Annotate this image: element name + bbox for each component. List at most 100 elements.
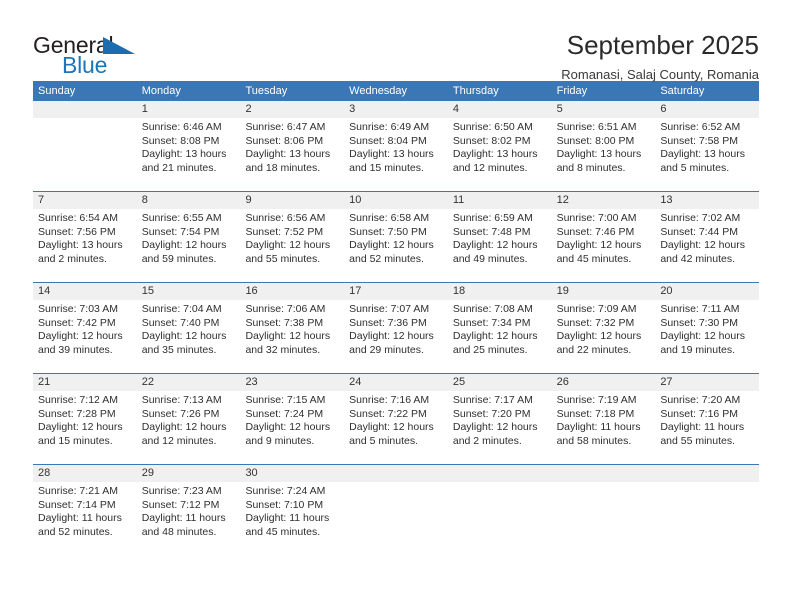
day-detail-line: and 18 minutes. (245, 161, 321, 174)
day-detail-line: Sunrise: 7:03 AM (38, 303, 118, 315)
day-cell-30[interactable]: Sunrise: 7:24 AM Sunset: 7:10 PM Daylight:… (240, 482, 344, 555)
day-cell-10[interactable]: Sunrise: 6:58 AM Sunset: 7:50 PM Daylight:… (344, 209, 448, 282)
day-number-30[interactable]: 30 (240, 465, 344, 482)
day-number-9[interactable]: 9 (240, 192, 344, 209)
day-cell-1[interactable]: Sunrise: 6:46 AM Sunset: 8:08 PM Daylight:… (137, 118, 241, 191)
day-cell-6[interactable]: Sunrise: 6:52 AM Sunset: 7:58 PM Daylight:… (655, 118, 759, 191)
day-cell-22[interactable]: Sunrise: 7:13 AM Sunset: 7:26 PM Daylight:… (137, 391, 241, 464)
day-detail-line: Daylight: 12 hours (38, 330, 123, 343)
day-number-12[interactable]: 12 (552, 192, 656, 209)
day-number-22[interactable]: 22 (137, 374, 241, 391)
day-detail-line: Sunrise: 7:19 AM (556, 394, 637, 406)
day-cell-12[interactable]: Sunrise: 7:00 AM Sunset: 7:46 PM Daylight:… (552, 209, 656, 282)
day-detail-line: and 55 minutes. (245, 252, 321, 265)
day-cell-11[interactable]: Sunrise: 6:59 AM Sunset: 7:48 PM Daylight:… (448, 209, 552, 282)
day-cell-13[interactable]: Sunrise: 7:02 AM Sunset: 7:44 PM Daylight:… (655, 209, 759, 282)
day-detail-line: Sunset: 7:40 PM (141, 316, 220, 329)
week-daynumber-band: 14 15 16 17 18 19 20 (33, 283, 759, 300)
day-number-24[interactable]: 24 (344, 374, 448, 391)
day-number-26[interactable]: 26 (552, 374, 656, 391)
day-number-13[interactable]: 13 (655, 192, 759, 209)
weekday-header-wednesday: Wednesday (349, 85, 408, 97)
day-number-20[interactable]: 20 (655, 283, 759, 300)
day-number-2[interactable]: 2 (240, 101, 344, 118)
day-cell-7[interactable]: Sunrise: 6:54 AM Sunset: 7:56 PM Daylight:… (33, 209, 137, 282)
day-number-1[interactable]: 1 (137, 101, 241, 118)
day-cell-25[interactable]: Sunrise: 7:17 AM Sunset: 7:20 PM Daylight:… (448, 391, 552, 464)
day-detail-line: Sunrise: 7:02 AM (660, 212, 741, 224)
day-detail-line: Daylight: 12 hours (245, 239, 331, 252)
weekday-header-friday: Friday (556, 85, 588, 97)
day-cell-24[interactable]: Sunrise: 7:16 AM Sunset: 7:22 PM Daylight:… (344, 391, 448, 464)
day-cell-15[interactable]: Sunrise: 7:04 AM Sunset: 7:40 PM Daylight:… (137, 300, 241, 373)
day-number-18[interactable]: 18 (448, 283, 552, 300)
day-cell-8[interactable]: Sunrise: 6:55 AM Sunset: 7:54 PM Daylight:… (137, 209, 241, 282)
day-detail-line: Sunset: 7:38 PM (245, 316, 324, 329)
day-number-28[interactable]: 28 (33, 465, 137, 482)
day-cell-4[interactable]: Sunrise: 6:50 AM Sunset: 8:02 PM Daylight:… (448, 118, 552, 191)
day-number-25[interactable]: 25 (448, 374, 552, 391)
day-detail-line: Sunset: 7:10 PM (245, 498, 324, 511)
day-detail-line: Sunrise: 7:13 AM (141, 394, 222, 406)
day-cell-17[interactable]: Sunrise: 7:07 AM Sunset: 7:36 PM Daylight:… (344, 300, 448, 373)
day-number-5[interactable]: 5 (552, 101, 656, 118)
day-number-4[interactable]: 4 (448, 101, 552, 118)
day-number-11[interactable]: 11 (448, 192, 552, 209)
day-number-17[interactable]: 17 (344, 283, 448, 300)
day-number-19[interactable]: 19 (552, 283, 656, 300)
day-number-6[interactable]: 6 (655, 101, 759, 118)
day-number-8[interactable]: 8 (137, 192, 241, 209)
day-detail-line: and 45 minutes. (245, 525, 321, 538)
day-detail-line: Sunset: 7:42 PM (38, 316, 116, 329)
logo-text-blue: Blue (62, 52, 108, 78)
day-detail-line: Sunset: 8:02 PM (452, 134, 531, 147)
day-number-14[interactable]: 14 (33, 283, 137, 300)
day-number-29[interactable]: 29 (137, 465, 241, 482)
day-detail-line: Daylight: 12 hours (141, 421, 227, 434)
day-cell-26[interactable]: Sunrise: 7:19 AM Sunset: 7:18 PM Daylight:… (552, 391, 656, 464)
day-detail-line: Daylight: 12 hours (141, 330, 227, 343)
day-detail-line: and 9 minutes. (245, 434, 315, 447)
day-number-16[interactable]: 16 (240, 283, 344, 300)
day-detail-line: Sunrise: 6:52 AM (660, 121, 741, 133)
day-detail-line: Daylight: 13 hours (660, 148, 745, 161)
day-cell-21[interactable]: Sunrise: 7:12 AM Sunset: 7:28 PM Daylight:… (33, 391, 137, 464)
day-cell-16[interactable]: Sunrise: 7:06 AM Sunset: 7:38 PM Daylight:… (240, 300, 344, 373)
day-detail-line: and 2 minutes. (38, 252, 107, 265)
day-detail-line: Sunset: 7:48 PM (452, 225, 531, 238)
day-number-3[interactable]: 3 (344, 101, 448, 118)
day-cell-19[interactable]: Sunrise: 7:09 AM Sunset: 7:32 PM Daylight:… (552, 300, 656, 373)
day-detail-line: Sunrise: 7:16 AM (349, 394, 430, 406)
day-cell-28[interactable]: Sunrise: 7:21 AM Sunset: 7:14 PM Daylight:… (33, 482, 137, 555)
day-detail-line: and 12 minutes. (141, 434, 217, 447)
day-cell-14[interactable]: Sunrise: 7:03 AM Sunset: 7:42 PM Daylight:… (33, 300, 137, 373)
day-number-7[interactable]: 7 (33, 192, 137, 209)
day-cell-3[interactable]: Sunrise: 6:49 AM Sunset: 8:04 PM Daylight:… (344, 118, 448, 191)
day-cell-18[interactable]: Sunrise: 7:08 AM Sunset: 7:34 PM Daylight:… (448, 300, 552, 373)
day-cell-5[interactable]: Sunrise: 6:51 AM Sunset: 8:00 PM Daylight:… (552, 118, 656, 191)
day-detail-line: and 59 minutes. (141, 252, 217, 265)
weekday-header-monday: Monday (141, 85, 181, 97)
day-detail-line: Daylight: 12 hours (245, 330, 331, 343)
day-cell-9[interactable]: Sunrise: 6:56 AM Sunset: 7:52 PM Daylight:… (240, 209, 344, 282)
day-number-27[interactable]: 27 (655, 374, 759, 391)
day-cell-29[interactable]: Sunrise: 7:23 AM Sunset: 7:12 PM Daylight:… (137, 482, 241, 555)
day-cell-empty (448, 482, 552, 555)
day-detail-line: Daylight: 13 hours (349, 148, 434, 161)
day-number-10[interactable]: 10 (344, 192, 448, 209)
day-detail-line: Daylight: 12 hours (660, 330, 745, 343)
day-detail-line: and 15 minutes. (349, 161, 424, 174)
general-blue-logo[interactable]: General Blue (33, 30, 153, 78)
day-detail-line: Sunrise: 7:08 AM (452, 303, 533, 315)
day-cell-20[interactable]: Sunrise: 7:11 AM Sunset: 7:30 PM Daylight:… (655, 300, 759, 373)
day-number-15[interactable]: 15 (137, 283, 241, 300)
day-number-23[interactable]: 23 (240, 374, 344, 391)
day-cell-23[interactable]: Sunrise: 7:15 AM Sunset: 7:24 PM Daylight:… (240, 391, 344, 464)
day-cell-27[interactable]: Sunrise: 7:20 AM Sunset: 7:16 PM Daylight:… (655, 391, 759, 464)
day-cell-2[interactable]: Sunrise: 6:47 AM Sunset: 8:06 PM Daylight:… (240, 118, 344, 191)
calendar-grid: Sunday Monday Tuesday Wednesday Thursday Frid… (33, 81, 759, 555)
day-detail-line: Daylight: 12 hours (660, 239, 745, 252)
day-detail-line: Sunset: 7:32 PM (556, 316, 635, 329)
day-number-21[interactable]: 21 (33, 374, 137, 391)
week-body-row: Sunrise: 7:21 AM Sunset: 7:14 PM Daylight:… (33, 482, 759, 555)
